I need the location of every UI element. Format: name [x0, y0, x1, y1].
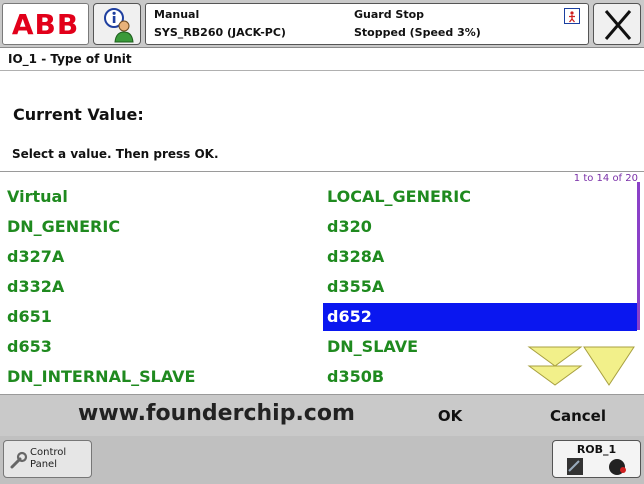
abb-logo-text: ABB	[11, 7, 80, 41]
controller-state: Stopped (Speed 3%)	[354, 26, 481, 39]
guard-state: Guard Stop	[354, 8, 425, 21]
event-log-button[interactable]	[93, 3, 141, 45]
list-item-selected[interactable]: d652	[323, 303, 637, 331]
page-indicator: 1 to 14 of 20	[573, 173, 638, 184]
list-item[interactable]: d651	[7, 307, 52, 326]
list-item[interactable]: d355A	[327, 277, 384, 296]
control-panel-label-line1: Control	[30, 447, 67, 458]
view-title-bar: IO_1 - Type of Unit	[0, 48, 644, 71]
quickset-rob-button[interactable]: ROB_1	[552, 440, 641, 478]
taskbar	[0, 436, 644, 484]
watermark-text: www.founderchip.com	[78, 401, 355, 426]
triangle-down-icon[interactable]	[582, 344, 636, 388]
close-button[interactable]	[593, 3, 641, 45]
list-item[interactable]: DN_INTERNAL_SLAVE	[7, 367, 195, 386]
instructions-text: Select a value. Then press OK.	[12, 147, 219, 161]
list-item[interactable]: d328A	[327, 247, 384, 266]
list-item[interactable]: d320	[327, 217, 372, 236]
list-item[interactable]: d350B	[327, 367, 384, 386]
control-panel-button[interactable]: Control Panel	[3, 440, 92, 478]
list-item[interactable]: d653	[7, 337, 52, 356]
view-title: IO_1 - Type of Unit	[8, 52, 132, 66]
info-user-icon	[104, 8, 134, 43]
command-bar: www.founderchip.com OK Cancel	[0, 394, 644, 436]
operating-mode: Manual	[154, 8, 200, 21]
list-item[interactable]: LOCAL_GENERIC	[327, 187, 471, 206]
list-item[interactable]: d332A	[7, 277, 64, 296]
scrollbar[interactable]	[637, 182, 640, 330]
status-panel[interactable]: Manual SYS_RB260 (JACK-PC) Guard Stop St…	[145, 3, 589, 45]
close-x-icon	[604, 10, 632, 40]
list-item[interactable]: DN_SLAVE	[327, 337, 418, 356]
cancel-button[interactable]: Cancel	[532, 395, 624, 437]
list-item[interactable]: d327A	[7, 247, 64, 266]
chevron-double-down-icon[interactable]	[527, 344, 583, 388]
guard-stop-icon	[564, 8, 580, 24]
abb-menu-button[interactable]: ABB	[2, 3, 89, 45]
control-panel-label: Control Panel	[30, 447, 66, 471]
list-item[interactable]: Virtual	[7, 187, 68, 206]
list-item[interactable]: DN_GENERIC	[7, 217, 120, 236]
robot-joint-icon	[567, 458, 626, 475]
ok-button[interactable]: OK	[405, 395, 495, 437]
value-list: 1 to 14 of 20 Virtual LOCAL_GENERIC DN_G…	[0, 171, 644, 393]
wrench-icon	[10, 451, 28, 469]
system-name: SYS_RB260 (JACK-PC)	[154, 26, 286, 39]
control-panel-label-line2: Panel	[30, 459, 57, 470]
current-value-label: Current Value:	[13, 105, 144, 124]
